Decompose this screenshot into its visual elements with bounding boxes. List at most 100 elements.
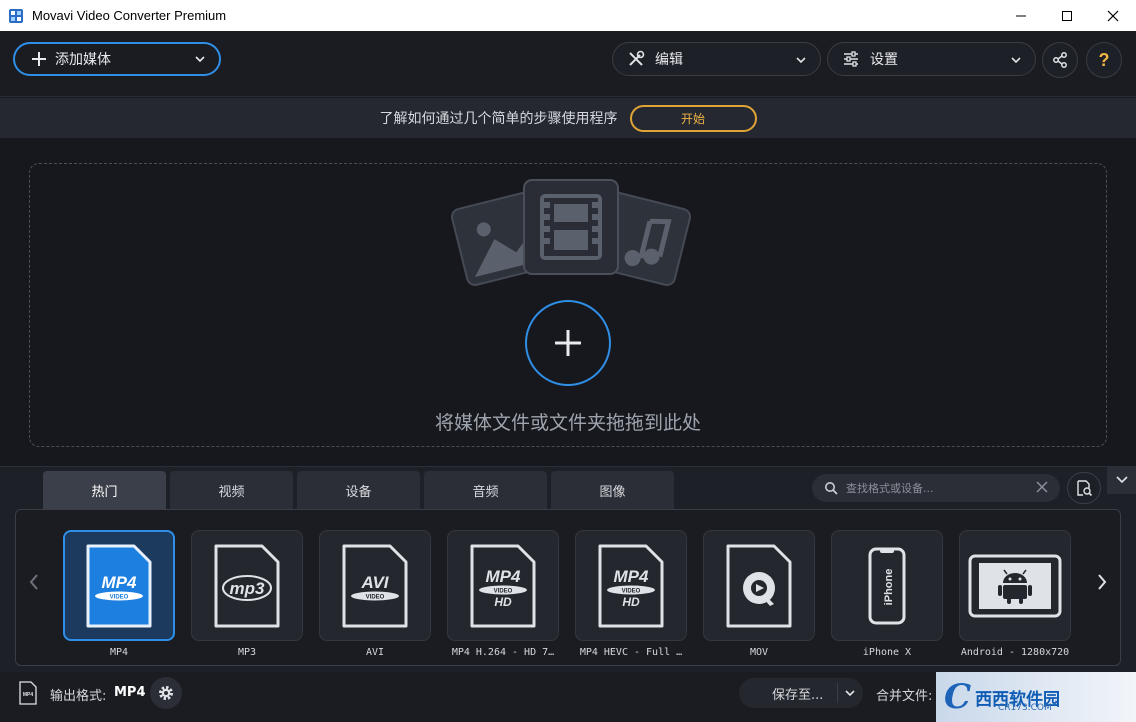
share-button[interactable] (1042, 42, 1078, 78)
tab-devices[interactable]: 设备 (297, 471, 420, 509)
watermark-logo: C 西西软件园 CR173.COM (936, 672, 1136, 722)
format-item-mp4[interactable]: MP4 VIDEO MP4 (63, 530, 175, 658)
title-bar: Movavi Video Converter Premium (0, 0, 1136, 31)
format-item-mp4-h264[interactable]: MP4 VIDEO HD MP4 H.264 - HD 7… (447, 530, 559, 658)
format-card[interactable] (959, 530, 1071, 641)
main-toolbar: 添加媒体 编辑 设置 ? (0, 31, 1136, 97)
add-media-button[interactable]: 添加媒体 (13, 42, 221, 76)
android-tablet-icon (968, 554, 1062, 617)
clear-search-icon[interactable] (1036, 481, 1048, 493)
chevron-left-icon (29, 574, 38, 590)
format-card[interactable]: mp3 (191, 530, 303, 641)
add-files-button[interactable] (525, 300, 611, 386)
format-item-mp3[interactable]: mp3 MP3 (191, 530, 303, 658)
chevron-down-icon (195, 56, 205, 63)
mp4-hd-badge-hd: HD (494, 595, 512, 609)
format-item-iphone-x[interactable]: iPhone iPhone X (831, 530, 943, 658)
format-label: Android - 1280x720 (960, 647, 1070, 658)
close-icon (1107, 10, 1119, 21)
format-card[interactable] (703, 530, 815, 641)
help-label: ? (1098, 49, 1110, 70)
tab-popular[interactable]: 热门 (43, 471, 166, 509)
file-search-icon (1077, 480, 1093, 497)
format-list (15, 509, 1121, 666)
start-tutorial-button[interactable]: 开始 (629, 104, 757, 132)
add-media-label: 添加媒体 (55, 52, 111, 68)
window-title: Movavi Video Converter Premium (32, 8, 227, 23)
format-card[interactable]: MP4 VIDEO HD (447, 530, 559, 641)
watermark-c-icon: C (944, 677, 972, 717)
mp4-hevc-badge-text: MP4 (614, 567, 650, 586)
tutorial-banner: 了解如何通过几个简单的步骤使用程序 开始 (0, 98, 1136, 138)
iphone-badge-text: iPhone (883, 568, 895, 605)
drop-hint-text: 将媒体文件或文件夹拖拖到此处 (434, 412, 701, 434)
divider (837, 683, 838, 703)
avi-icon: AVI VIDEO (342, 544, 408, 627)
format-item-android[interactable]: Android - 1280x720 (959, 530, 1071, 658)
tab-images[interactable]: 图像 (551, 471, 674, 509)
help-button[interactable]: ? (1086, 42, 1122, 78)
settings-label: 设置 (870, 52, 898, 68)
mp4-hevc-icon: MP4 VIDEO HD (598, 544, 664, 627)
maximize-button[interactable] (1044, 0, 1090, 31)
output-file-icon: MP4 (19, 681, 37, 705)
share-icon (1053, 52, 1067, 68)
format-card[interactable]: iPhone (831, 530, 943, 641)
output-format-value[interactable]: MP4 (114, 685, 146, 700)
format-item-mp4-hevc[interactable]: MP4 VIDEO HD MP4 HEVC - Full … (575, 530, 687, 658)
format-card[interactable]: MP4 VIDEO (63, 530, 175, 641)
chevron-down-icon[interactable] (845, 689, 855, 697)
mp4-hd-badge-sub: VIDEO (494, 588, 513, 594)
save-to-label: 保存至... (772, 687, 824, 703)
plus-icon (32, 52, 46, 66)
plus-icon (555, 330, 581, 356)
mp4-hd-badge-text: MP4 (486, 567, 522, 586)
mp4-hevc-badge-sub: VIDEO (622, 588, 641, 594)
format-label: MOV (749, 647, 769, 658)
mp4-hevc-badge-hd: HD (622, 595, 640, 609)
quicktime-icon (726, 544, 792, 627)
output-settings-button[interactable] (150, 677, 182, 709)
format-card[interactable]: AVI VIDEO (319, 530, 431, 641)
output-format-label: 输出格式: (50, 689, 107, 704)
edit-dropdown[interactable]: 编辑 (612, 42, 821, 76)
output-file-icon-text: MP4 (23, 692, 34, 698)
drop-zone[interactable]: 将媒体文件或文件夹拖拖到此处 (29, 163, 1107, 447)
next-formats-button[interactable] (1094, 568, 1110, 596)
maximize-icon (1062, 10, 1072, 21)
format-item-avi[interactable]: AVI VIDEO AVI (319, 530, 431, 658)
iphone-icon: iPhone (868, 547, 906, 624)
tab-video[interactable]: 视频 (170, 471, 293, 509)
tab-audio[interactable]: 音频 (424, 471, 547, 509)
save-to-button[interactable]: 保存至... (739, 678, 863, 708)
chevron-right-icon (1098, 574, 1107, 590)
format-search (812, 474, 1060, 502)
format-label: MP4 (109, 647, 129, 658)
format-item-mov[interactable]: MOV (703, 530, 815, 658)
watermark-domain: CR173.COM (998, 703, 1052, 713)
collapse-panel-button[interactable] (1107, 466, 1136, 494)
minimize-button[interactable] (998, 0, 1044, 31)
format-preview-button[interactable] (1067, 472, 1101, 504)
settings-dropdown[interactable]: 设置 (827, 42, 1036, 76)
previous-formats-button[interactable] (26, 568, 42, 596)
close-button[interactable] (1090, 0, 1136, 31)
tutorial-message: 了解如何通过几个简单的步骤使用程序 (379, 111, 618, 127)
search-icon (825, 482, 838, 495)
mp4-badge-sub: VIDEO (110, 594, 129, 600)
format-label: AVI (365, 647, 385, 658)
format-card[interactable]: MP4 VIDEO HD (575, 530, 687, 641)
mp3-badge-text: mp3 (230, 579, 266, 598)
format-label: MP4 HEVC - Full … (579, 647, 683, 658)
avi-badge-text: AVI (360, 573, 389, 592)
format-label: iPhone X (862, 647, 912, 658)
sliders-icon (844, 51, 858, 67)
format-search-input[interactable] (846, 481, 1026, 495)
edit-label: 编辑 (655, 52, 683, 68)
format-label: MP3 (237, 647, 257, 658)
chevron-down-icon (796, 57, 806, 64)
minimize-icon (1016, 15, 1026, 16)
app-icon (9, 8, 23, 23)
media-files-icon (450, 179, 692, 286)
merge-files-label: 合并文件: (876, 689, 933, 704)
